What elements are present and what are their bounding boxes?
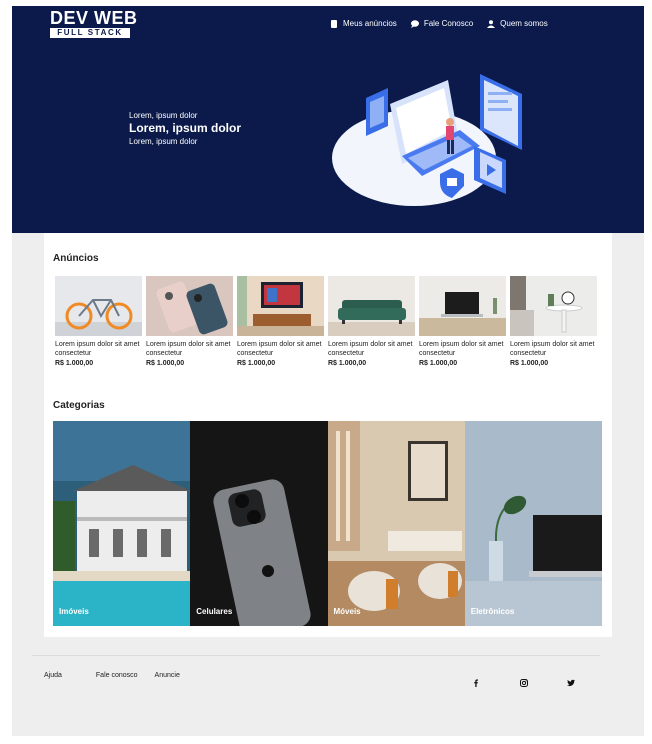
ad-card[interactable]: Lorem ipsum dolor sit amet consectetur R… (510, 276, 597, 367)
category-image-house (53, 421, 191, 626)
ad-price: R$ 1.000,00 (510, 360, 549, 367)
ad-description: Lorem ipsum dolor sit amet consectetur (146, 341, 231, 357)
nav-label: Quem somos (500, 19, 548, 28)
logo-line1: DEV WEB (50, 8, 138, 28)
categories-section-title: Categorias (53, 400, 105, 411)
nav-label: Fale Conosco (423, 19, 474, 28)
category-moveis[interactable]: Móveis (327, 421, 465, 626)
nav-meus-anuncios[interactable]: Meus anúncios (330, 19, 397, 28)
ad-image-laptop (419, 276, 506, 336)
ad-image-smartphone (146, 276, 233, 336)
page: DEV WEB FULL STACK Meus anúncios Fale Co… (12, 6, 644, 736)
hero-text: Lorem, ipsum dolor Lorem, ipsum dolor Lo… (129, 110, 241, 147)
facebook-icon[interactable] (472, 674, 482, 687)
category-label: Móveis (333, 607, 361, 616)
logo-line2: FULL STACK (50, 28, 130, 38)
ads-section-title: Anúncios (53, 253, 99, 264)
ad-description: Lorem ipsum dolor sit amet consectetur (237, 341, 322, 357)
ad-price: R$ 1.000,00 (237, 360, 276, 367)
ad-price: R$ 1.000,00 (419, 360, 458, 367)
category-image-phone (190, 421, 328, 626)
footer-divider (32, 655, 600, 656)
ad-image-sofa (328, 276, 415, 336)
ad-description: Lorem ipsum dolor sit amet consectetur (510, 341, 595, 357)
top-nav: Meus anúncios Fale Conosco Quem somos (330, 19, 548, 28)
logo[interactable]: DEV WEB FULL STACK (50, 9, 138, 38)
ad-card[interactable]: Lorem ipsum dolor sit amet consectetur R… (55, 276, 142, 367)
footer-link-anuncie[interactable]: Anuncie (155, 672, 180, 679)
categories-grid: Imóveis Celulares Móveis Eletrônicos (53, 421, 602, 626)
hero-illustration (332, 74, 522, 206)
ad-image-bicycle (55, 276, 142, 336)
ad-image-tv-stand (237, 276, 324, 336)
nav-label: Meus anúncios (343, 19, 397, 28)
category-imoveis[interactable]: Imóveis (53, 421, 191, 626)
category-label: Celulares (196, 607, 233, 616)
nav-fale-conosco[interactable]: Fale Conosco (410, 19, 474, 28)
hero-banner: DEV WEB FULL STACK Meus anúncios Fale Co… (12, 6, 644, 233)
category-label: Imóveis (59, 607, 89, 616)
category-eletronicos[interactable]: Eletrônicos (464, 421, 602, 626)
ad-card[interactable]: Lorem ipsum dolor sit amet consectetur R… (237, 276, 324, 367)
main-content: Anúncios Lorem ipsum dolor sit amet cons… (44, 233, 612, 637)
hero-line3: Lorem, ipsum dolor (129, 137, 198, 146)
chat-icon (410, 19, 419, 28)
ad-image-bedroom-table (510, 276, 597, 336)
nav-quem-somos[interactable]: Quem somos (487, 19, 548, 28)
instagram-icon[interactable] (520, 674, 530, 687)
ad-price: R$ 1.000,00 (328, 360, 367, 367)
ad-description: Lorem ipsum dolor sit amet consectetur (55, 341, 140, 357)
twitter-icon[interactable] (567, 674, 577, 687)
footer-links: Ajuda Fale conosco Anuncie (32, 672, 214, 679)
ad-description: Lorem ipsum dolor sit amet consectetur (328, 341, 413, 357)
category-image-living-room (327, 421, 465, 626)
hero-headline: Lorem, ipsum dolor (129, 121, 242, 135)
ad-card[interactable]: Lorem ipsum dolor sit amet consectetur R… (146, 276, 233, 367)
user-icon (487, 19, 496, 28)
hero-line1: Lorem, ipsum dolor (129, 111, 198, 120)
category-label: Eletrônicos (470, 607, 515, 616)
ad-card[interactable]: Lorem ipsum dolor sit amet consectetur R… (328, 276, 415, 367)
ad-card[interactable]: Lorem ipsum dolor sit amet consectetur R… (419, 276, 506, 367)
category-image-laptop (464, 421, 602, 626)
file-icon (331, 19, 337, 28)
ad-price: R$ 1.000,00 (55, 360, 94, 367)
footer-link-fale-conosco[interactable]: Fale conosco (96, 672, 138, 679)
ad-description: Lorem ipsum dolor sit amet consectetur (419, 341, 504, 357)
ad-price: R$ 1.000,00 (146, 360, 185, 367)
category-celulares[interactable]: Celulares (190, 421, 328, 626)
footer-link-ajuda[interactable]: Ajuda (44, 672, 62, 679)
ads-list: Lorem ipsum dolor sit amet consectetur R… (55, 276, 597, 367)
